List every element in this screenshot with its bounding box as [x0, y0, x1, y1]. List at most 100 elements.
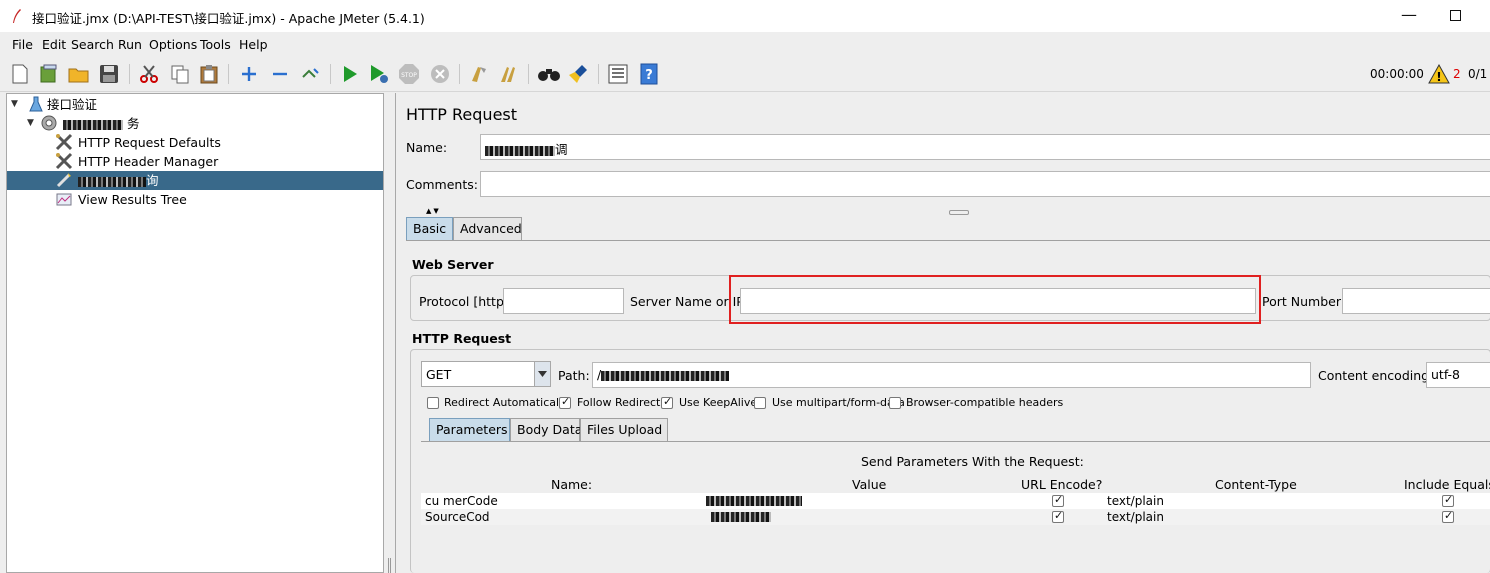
- tab-body-data[interactable]: Body Data: [510, 418, 582, 442]
- sampler-icon: [56, 173, 71, 188]
- new-icon[interactable]: [8, 62, 32, 86]
- redacted-text: [601, 370, 730, 381]
- tree-node-thread-group[interactable]: ▼ 务: [7, 114, 383, 133]
- redirect-automatically-checkbox[interactable]: [427, 397, 439, 409]
- svg-text:STOP: STOP: [401, 72, 417, 79]
- tree-node-test-plan[interactable]: ▼ 接口验证: [7, 95, 383, 114]
- column-url-encode: URL Encode?: [1021, 477, 1103, 492]
- stop-icon[interactable]: STOP: [397, 62, 421, 86]
- search-icon[interactable]: [537, 62, 561, 86]
- redacted-text: [711, 512, 771, 522]
- http-request-title: HTTP Request: [412, 331, 512, 346]
- follow-redirects-checkbox[interactable]: [559, 395, 571, 409]
- clear-all-icon[interactable]: [497, 62, 521, 86]
- use-multipart-label: Use multipart/form-data: [772, 396, 905, 409]
- port-number-label: Port Number:: [1262, 294, 1345, 309]
- jmeter-feather-icon: [13, 9, 21, 23]
- menu-file[interactable]: File: [12, 37, 33, 52]
- minimize-button[interactable]: —: [1386, 0, 1432, 32]
- warning-icon[interactable]: !: [1428, 64, 1450, 84]
- menu-edit[interactable]: Edit: [42, 37, 66, 52]
- name-field[interactable]: 调: [480, 134, 1490, 160]
- port-number-field[interactable]: [1342, 288, 1490, 314]
- parameter-tabs: Parameters Body Data Files Upload: [429, 418, 1490, 442]
- test-plan-tree[interactable]: ▼ 接口验证 ▼ 务 HTTP Request Defaults HTTP He…: [6, 93, 384, 573]
- include-equals-checkbox[interactable]: [1442, 493, 1454, 507]
- protocol-label: Protocol [http]:: [419, 294, 513, 309]
- table-row[interactable]: SourceCod text/plain: [421, 509, 1490, 525]
- column-include-equals: Include Equals?: [1404, 477, 1490, 492]
- shutdown-icon[interactable]: [428, 62, 452, 86]
- content-encoding-field[interactable]: utf-8: [1426, 362, 1490, 388]
- tab-divider: [421, 441, 1490, 442]
- tab-basic[interactable]: Basic: [406, 217, 453, 241]
- method-select[interactable]: GET: [421, 361, 551, 387]
- config-tabs: Basic Advanced: [406, 217, 1490, 241]
- expand-icon[interactable]: [237, 62, 261, 86]
- open-icon[interactable]: [67, 62, 91, 86]
- parameters-caption: Send Parameters With the Request:: [861, 454, 1084, 469]
- save-icon[interactable]: [97, 62, 121, 86]
- reset-search-icon[interactable]: [567, 62, 591, 86]
- copy-icon[interactable]: [168, 62, 192, 86]
- toggle-icon[interactable]: [299, 62, 323, 86]
- http-request-panel: HTTP Request Name: 调 Comments: ▲▼ Basic …: [395, 93, 1490, 573]
- menu-options[interactable]: Options: [149, 37, 197, 52]
- comments-field[interactable]: [480, 171, 1490, 197]
- tree-node-http-defaults[interactable]: HTTP Request Defaults: [7, 133, 383, 152]
- include-equals-checkbox[interactable]: [1442, 509, 1454, 523]
- start-no-pause-icon[interactable]: [367, 62, 391, 86]
- toolbar: STOP ? 00:00:00 ! 2 0/1: [0, 56, 1490, 92]
- url-encode-checkbox[interactable]: [1052, 493, 1064, 507]
- tab-advanced[interactable]: Advanced: [453, 217, 522, 241]
- path-field[interactable]: /: [592, 362, 1311, 388]
- clear-icon[interactable]: [467, 62, 491, 86]
- split-divider[interactable]: [384, 93, 395, 573]
- tree-node-header-manager[interactable]: HTTP Header Manager: [7, 152, 383, 171]
- split-knob[interactable]: [949, 210, 969, 215]
- templates-icon[interactable]: [37, 62, 61, 86]
- browser-compatible-headers-checkbox[interactable]: [889, 397, 901, 409]
- collapse-icon[interactable]: [268, 62, 292, 86]
- expanded-arrow-icon[interactable]: ▼: [27, 114, 34, 133]
- svg-text:!: !: [1436, 70, 1441, 84]
- use-keepalive-checkbox[interactable]: [661, 395, 673, 409]
- cut-icon[interactable]: [137, 62, 161, 86]
- tab-parameters[interactable]: Parameters: [429, 418, 510, 442]
- toolbar-separator: [129, 64, 130, 84]
- toolbar-separator: [330, 64, 331, 84]
- tree-node-http-request-selected[interactable]: 询: [7, 171, 383, 190]
- menu-search[interactable]: Search: [71, 37, 114, 52]
- red-highlight-box: [729, 275, 1261, 324]
- column-value: Value: [852, 477, 887, 492]
- url-encode-checkbox[interactable]: [1052, 509, 1064, 523]
- function-helper-icon[interactable]: [606, 62, 630, 86]
- tree-node-view-results-tree[interactable]: View Results Tree: [7, 190, 383, 209]
- protocol-field[interactable]: [503, 288, 624, 314]
- split-arrows-icon[interactable]: ▲▼: [426, 207, 441, 215]
- start-icon[interactable]: [338, 62, 362, 86]
- tab-files-upload[interactable]: Files Upload: [580, 418, 668, 442]
- name-label: Name:: [406, 140, 448, 155]
- table-row[interactable]: cu merCode text/plain: [421, 493, 1490, 509]
- menu-tools[interactable]: Tools: [200, 37, 231, 52]
- menu-help[interactable]: Help: [239, 37, 268, 52]
- divider-grip[interactable]: [388, 558, 391, 573]
- warning-count[interactable]: 2: [1453, 67, 1461, 81]
- follow-redirects-label: Follow Redirects: [577, 396, 667, 409]
- config-element-icon: [55, 152, 73, 170]
- expanded-arrow-icon[interactable]: ▼: [11, 95, 18, 114]
- toolbar-separator: [598, 64, 599, 84]
- use-keepalive-label: Use KeepAlive: [679, 396, 758, 409]
- paste-icon[interactable]: [197, 62, 221, 86]
- use-multipart-checkbox[interactable]: [754, 397, 766, 409]
- chevron-down-icon[interactable]: [534, 362, 550, 386]
- column-name: Name:: [551, 477, 593, 492]
- redacted-text: [63, 119, 123, 130]
- comments-label: Comments:: [406, 177, 478, 192]
- maximize-button[interactable]: [1432, 0, 1478, 32]
- help-icon[interactable]: ?: [637, 62, 661, 86]
- menu-run[interactable]: Run: [118, 37, 142, 52]
- browser-compatible-headers-label: Browser-compatible headers: [906, 396, 1064, 409]
- redirect-automatically-label: Redirect Automatically: [444, 396, 569, 409]
